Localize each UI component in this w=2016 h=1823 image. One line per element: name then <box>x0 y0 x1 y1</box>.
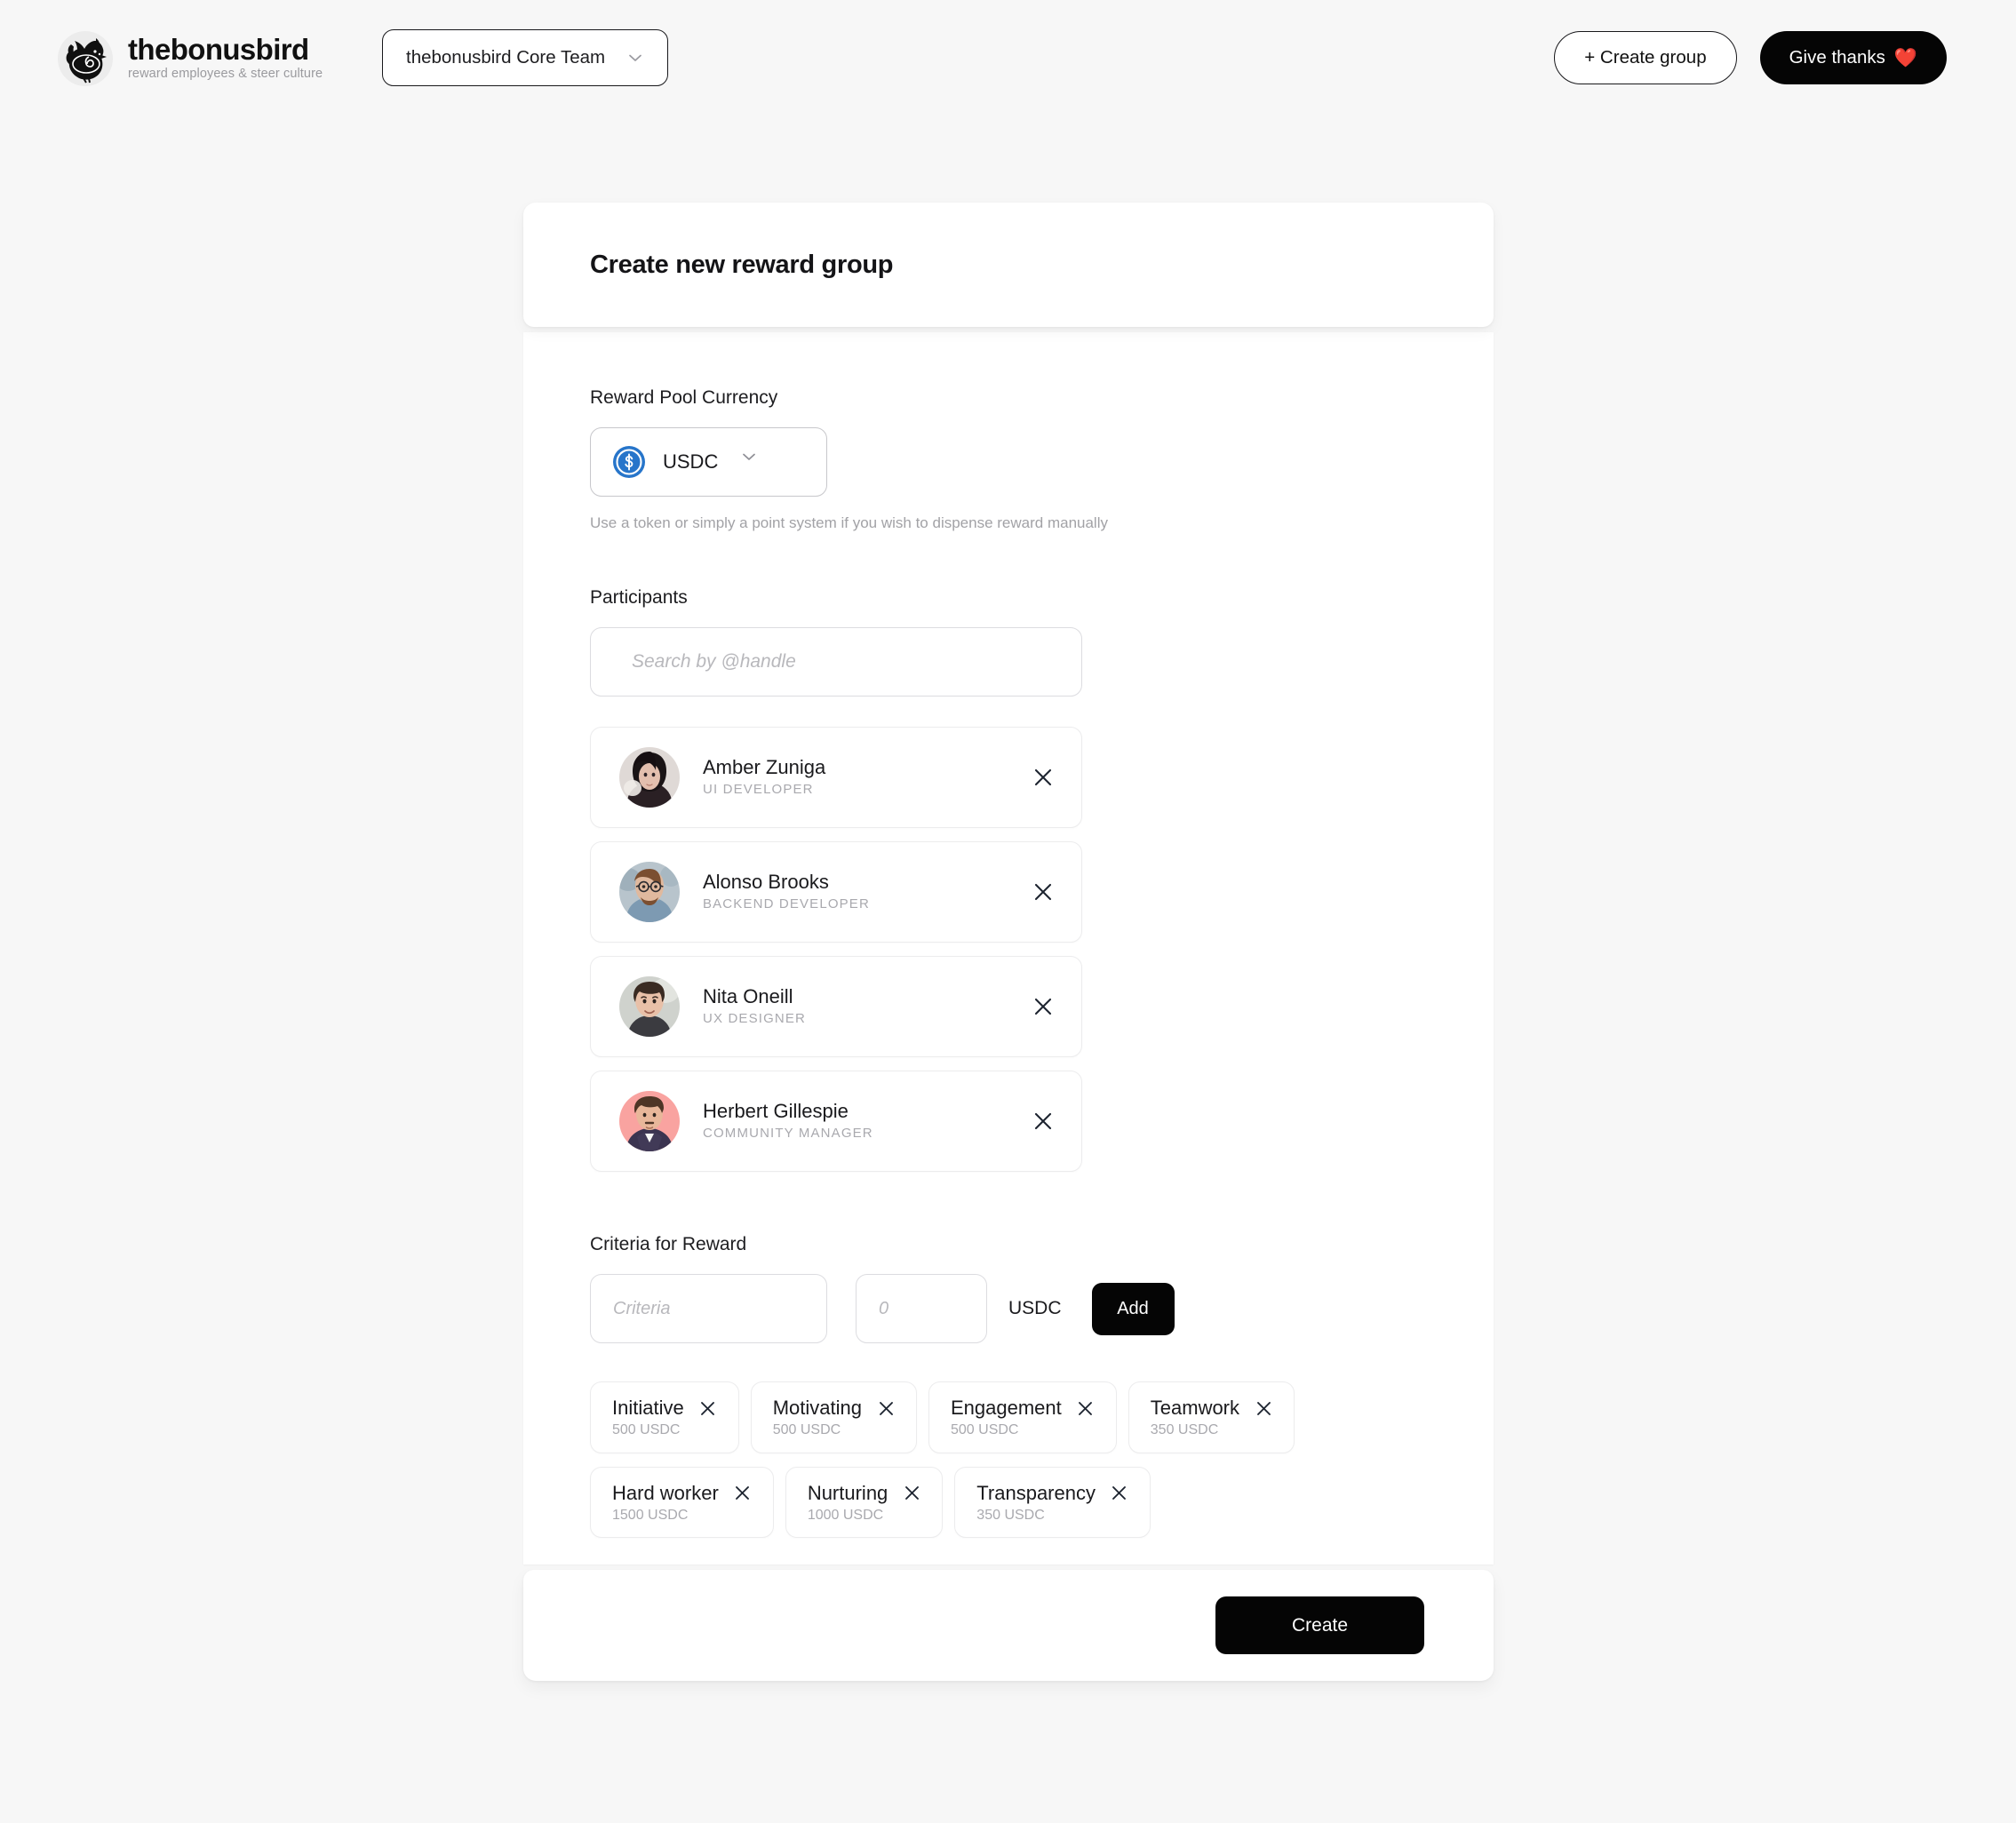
criteria-chip-label: Nurturing <box>807 1482 888 1505</box>
card-header: Create new reward group <box>523 203 1494 327</box>
card-body: Reward Pool Currency USDC Use a token or… <box>523 332 1494 1565</box>
participant-role: BACKEND DEVELOPER <box>703 896 870 912</box>
remove-criteria-button[interactable] <box>1109 1483 1130 1504</box>
create-reward-group-card: Create new reward group Reward Pool Curr… <box>523 203 1494 1682</box>
create-group-button[interactable]: + Create group <box>1554 31 1737 84</box>
currency-select[interactable]: USDC <box>590 427 827 497</box>
criteria-chip-amount: 1500 USDC <box>612 1507 689 1523</box>
criteria-amount-unit: USDC <box>1008 1298 1062 1318</box>
remove-participant-button[interactable] <box>1028 1106 1058 1136</box>
participants-label: Participants <box>590 587 688 608</box>
currency-section: Reward Pool Currency USDC Use a token or… <box>590 387 1427 532</box>
criteria-section: Criteria for Reward USDC Add Initiative … <box>590 1234 1427 1539</box>
participant-search-input[interactable] <box>590 627 1082 697</box>
criteria-chip-label: Transparency <box>976 1482 1096 1505</box>
criteria-chip[interactable]: Nurturing 1000 USDC <box>785 1466 944 1539</box>
team-selector-value: thebonusbird Core Team <box>406 47 606 68</box>
top-bar: thebonusbird reward employees & steer cu… <box>0 0 2016 118</box>
brand-tagline: reward employees & steer culture <box>128 67 323 82</box>
participant-info: Nita Oneill UX DESIGNER <box>703 985 1028 1027</box>
participant-name: Alonso Brooks <box>703 871 829 894</box>
criteria-entry-row: USDC Add <box>590 1274 1427 1343</box>
participants-list: Amber Zuniga UI DEVELOPER Alonso Brooks … <box>590 727 1427 1172</box>
page-title: Create new reward group <box>590 250 894 279</box>
criteria-chip[interactable]: Teamwork 350 USDC <box>1128 1381 1295 1453</box>
criteria-chip[interactable]: Engagement 500 USDC <box>928 1381 1117 1453</box>
criteria-chip-label: Initiative <box>612 1397 684 1420</box>
criteria-chip-amount: 500 USDC <box>612 1422 681 1437</box>
remove-participant-button[interactable] <box>1028 991 1058 1022</box>
avatar <box>619 747 680 808</box>
avatar <box>619 1091 680 1151</box>
participant-role: UX DESIGNER <box>703 1011 807 1027</box>
bird-logo-icon <box>55 28 116 89</box>
remove-criteria-button[interactable] <box>697 1397 719 1419</box>
participants-section: Participants Search by @handle Amber Zun… <box>590 587 1427 1172</box>
criteria-chip-label: Teamwork <box>1150 1397 1240 1420</box>
remove-criteria-button[interactable] <box>901 1483 922 1504</box>
currency-label: Reward Pool Currency <box>590 387 778 408</box>
participant-row[interactable]: Nita Oneill UX DESIGNER <box>590 956 1082 1057</box>
participant-name: Nita Oneill <box>703 985 793 1008</box>
criteria-chip[interactable]: Motivating 500 USDC <box>750 1381 917 1453</box>
heart-icon: ❤️ <box>1893 47 1917 68</box>
criteria-chip-amount: 1000 USDC <box>807 1507 884 1523</box>
participant-role: UI DEVELOPER <box>703 782 814 798</box>
criteria-chip[interactable]: Transparency 350 USDC <box>954 1466 1151 1539</box>
criteria-chip-list: Initiative 500 USDC Motivating 500 USDC … <box>590 1381 1354 1539</box>
criteria-chip-amount: 350 USDC <box>1150 1422 1219 1437</box>
criteria-chip[interactable]: Hard worker 1500 USDC <box>590 1466 774 1539</box>
topbar-actions: + Create group Give thanks ❤️ <box>1554 31 1947 84</box>
participant-name: Amber Zuniga <box>703 756 826 779</box>
participant-row[interactable]: Amber Zuniga UI DEVELOPER <box>590 727 1082 828</box>
card-footer: Create <box>523 1570 1494 1682</box>
give-thanks-button[interactable]: Give thanks ❤️ <box>1759 31 1947 84</box>
remove-criteria-button[interactable] <box>875 1397 896 1419</box>
remove-criteria-button[interactable] <box>732 1483 753 1504</box>
brand: thebonusbird reward employees & steer cu… <box>55 28 323 89</box>
criteria-chip-label: Hard worker <box>612 1482 719 1505</box>
usdc-coin-icon <box>612 445 646 479</box>
give-thanks-label: Give thanks <box>1789 47 1885 68</box>
chevron-down-icon <box>740 448 758 466</box>
participant-info: Alonso Brooks BACKEND DEVELOPER <box>703 871 1028 912</box>
remove-criteria-button[interactable] <box>1075 1397 1096 1419</box>
remove-criteria-button[interactable] <box>1253 1397 1274 1419</box>
criteria-chip-amount: 350 USDC <box>976 1507 1045 1523</box>
participant-info: Herbert Gillespie COMMUNITY MANAGER <box>703 1100 1028 1142</box>
participant-row[interactable]: Alonso Brooks BACKEND DEVELOPER <box>590 841 1082 943</box>
participant-info: Amber Zuniga UI DEVELOPER <box>703 756 1028 798</box>
criteria-chip-label: Engagement <box>951 1397 1062 1420</box>
criteria-chip[interactable]: Initiative 500 USDC <box>590 1381 739 1453</box>
criteria-chip-label: Motivating <box>772 1397 862 1420</box>
criteria-chip-amount: 500 USDC <box>772 1422 841 1437</box>
criteria-name-input[interactable] <box>590 1274 827 1343</box>
team-selector[interactable]: thebonusbird Core Team <box>382 29 668 86</box>
remove-participant-button[interactable] <box>1028 762 1058 792</box>
remove-participant-button[interactable] <box>1028 877 1058 907</box>
participant-role: COMMUNITY MANAGER <box>703 1126 873 1142</box>
participant-row[interactable]: Herbert Gillespie COMMUNITY MANAGER <box>590 1071 1082 1172</box>
currency-hint: Use a token or simply a point system if … <box>590 514 1108 531</box>
criteria-chip-amount: 500 USDC <box>951 1422 1019 1437</box>
add-criteria-button[interactable]: Add <box>1091 1282 1175 1335</box>
participant-name: Herbert Gillespie <box>703 1100 849 1123</box>
criteria-label: Criteria for Reward <box>590 1234 747 1254</box>
create-button[interactable]: Create <box>1215 1596 1424 1655</box>
brand-name: thebonusbird <box>128 33 309 67</box>
avatar <box>619 976 680 1037</box>
chevron-down-icon <box>626 49 644 67</box>
criteria-amount-input[interactable] <box>856 1274 987 1343</box>
currency-value: USDC <box>663 450 719 473</box>
avatar <box>619 862 680 922</box>
